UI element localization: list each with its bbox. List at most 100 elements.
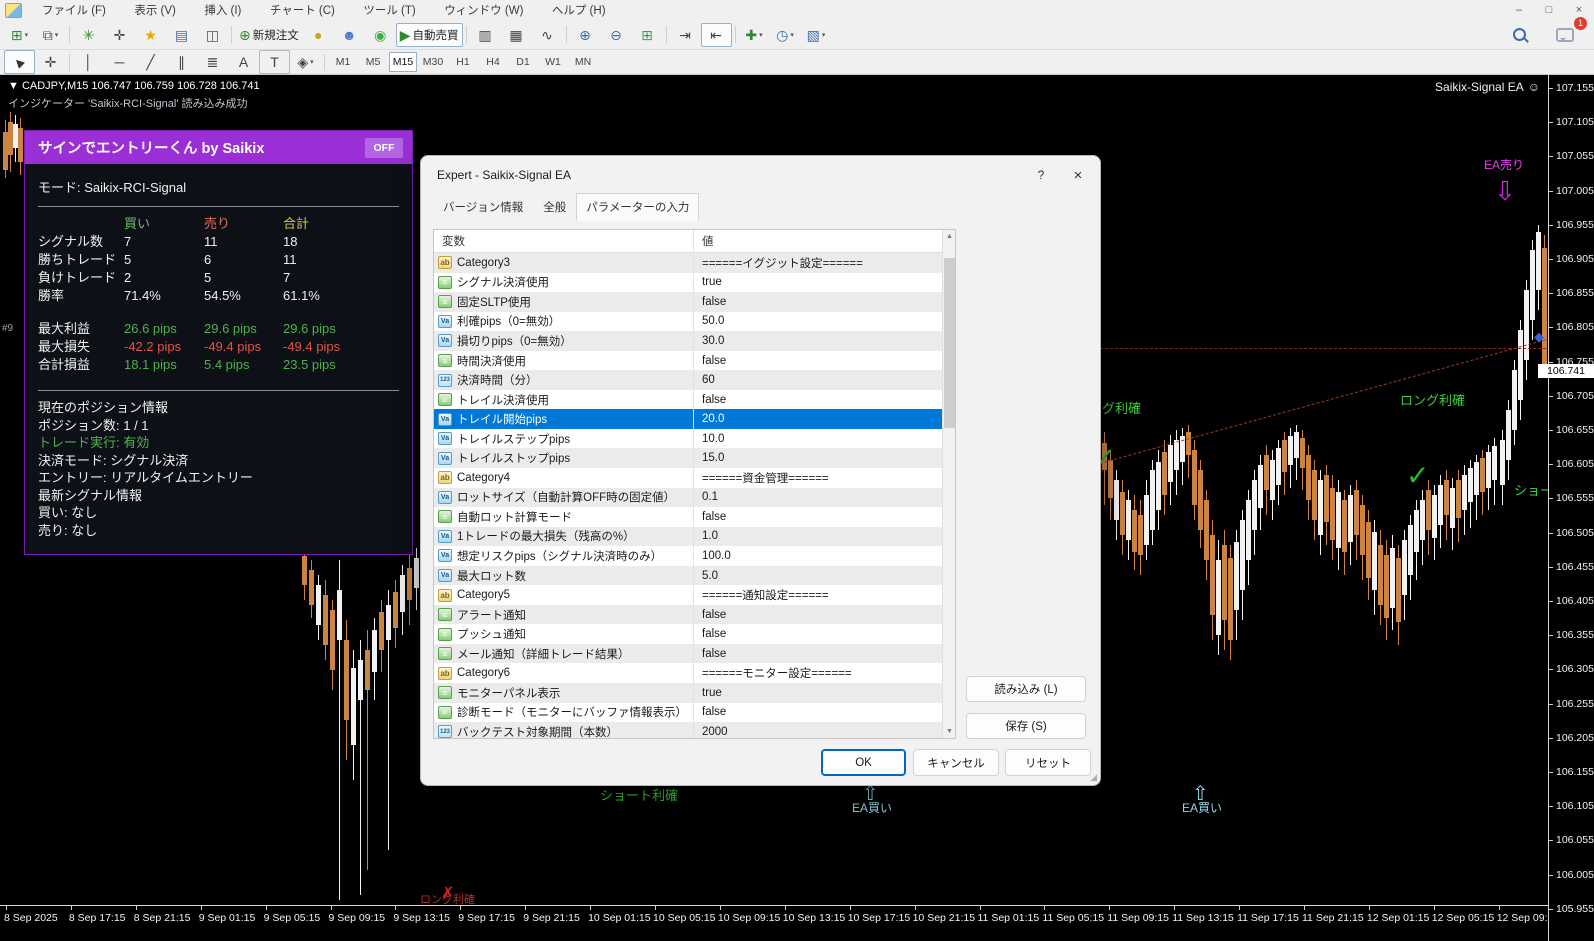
- parameter-row[interactable]: Va トレイルストップpips 15.0: [434, 448, 955, 468]
- cancel-button[interactable]: キャンセル: [913, 749, 999, 776]
- parameter-row[interactable]: Va 利確pips（0=無効） 50.0: [434, 312, 955, 332]
- separator[interactable]: [69, 54, 70, 71]
- parameter-value[interactable]: false: [694, 390, 955, 410]
- crosshair-tool-button[interactable]: ✛: [35, 50, 66, 74]
- new-order-button[interactable]: ⊕ 新規注文: [235, 23, 303, 47]
- menu-window[interactable]: ウィンドウ (W): [432, 3, 535, 19]
- menu-help[interactable]: ヘルプ (H): [540, 3, 618, 19]
- timeframe-m15[interactable]: M15: [389, 52, 417, 72]
- parameter-value[interactable]: false: [694, 351, 955, 371]
- scroll-down-icon[interactable]: ▼: [943, 725, 956, 738]
- parameter-row[interactable]: 123 バックテスト対象期間（本数） 2000: [434, 722, 955, 739]
- parameter-row[interactable]: ≈ モニターパネル表示 true: [434, 683, 955, 703]
- close-icon[interactable]: ×: [1056, 167, 1100, 184]
- data-window-button[interactable]: ✛: [104, 23, 135, 47]
- ea-smiley-icon[interactable]: ☺: [1528, 80, 1540, 94]
- dialog-titlebar[interactable]: Expert - Saikix-Signal EA ? ×: [421, 156, 1100, 194]
- timeframe-d1[interactable]: D1: [509, 52, 537, 72]
- parameter-value[interactable]: ======イグジット設定======: [694, 253, 955, 273]
- indicators-button[interactable]: ✚ ▾: [739, 23, 770, 47]
- parameter-row[interactable]: ≈ 診断モード（モニターにバッファ情報表示） false: [434, 703, 955, 723]
- market-depth-button[interactable]: ●: [303, 23, 334, 47]
- tab-version[interactable]: バージョン情報: [433, 195, 533, 221]
- menu-file[interactable]: ファイル (F): [30, 3, 118, 19]
- parameter-value[interactable]: false: [694, 703, 955, 723]
- time-axis[interactable]: 8 Sep 20258 Sep 17:158 Sep 21:159 Sep 01…: [0, 905, 1594, 941]
- parameter-value[interactable]: 1.0: [694, 527, 955, 547]
- parameter-row[interactable]: 123 決済時間（分） 60: [434, 370, 955, 390]
- tab-common[interactable]: 全般: [533, 195, 576, 221]
- parameter-row[interactable]: Va 想定リスクpips（シグナル決済時のみ） 100.0: [434, 546, 955, 566]
- channel-tool-button[interactable]: ∥: [166, 50, 197, 74]
- parameter-value[interactable]: 100.0: [694, 546, 955, 566]
- parameter-row[interactable]: ab Category5 ======通知設定======: [434, 585, 955, 605]
- separator[interactable]: [466, 26, 467, 43]
- separator[interactable]: [69, 26, 70, 43]
- parameter-row[interactable]: Va トレイル開始pips 20.0: [434, 409, 955, 429]
- parameter-row[interactable]: ≈ シグナル決済使用 true: [434, 273, 955, 293]
- market-watch-button[interactable]: ✳: [73, 23, 104, 47]
- parameter-row[interactable]: ≈ メール通知（詳細トレード結果） false: [434, 644, 955, 664]
- text-tool-button[interactable]: A: [228, 50, 259, 74]
- maximize-button[interactable]: □: [1534, 1, 1564, 20]
- scrollbar-thumb[interactable]: [944, 258, 955, 428]
- parameter-row[interactable]: ≈ アラート通知 false: [434, 605, 955, 625]
- parameter-row[interactable]: ab Category4 ======資金管理======: [434, 468, 955, 488]
- parameter-value[interactable]: 15.0: [694, 448, 955, 468]
- chart-shift-button[interactable]: ⇤: [701, 23, 732, 47]
- parameter-row[interactable]: Va 1トレードの最大損失（残高の%） 1.0: [434, 527, 955, 547]
- table-scrollbar[interactable]: ▲ ▼: [942, 230, 955, 738]
- search-button[interactable]: [1504, 23, 1535, 47]
- profiles-button[interactable]: ⧉ ▾: [35, 23, 66, 47]
- timeframe-h1[interactable]: H1: [449, 52, 477, 72]
- parameter-value[interactable]: 10.0: [694, 429, 955, 449]
- separator[interactable]: [231, 26, 232, 43]
- parameter-row[interactable]: Va 損切りpips（0=無効） 30.0: [434, 331, 955, 351]
- signals-button[interactable]: ◉: [365, 23, 396, 47]
- menu-insert[interactable]: 挿入 (I): [192, 3, 253, 19]
- parameter-value[interactable]: 0.1: [694, 488, 955, 508]
- parameter-value[interactable]: 60: [694, 370, 955, 390]
- shapes-tool-button[interactable]: ◈ ▾: [290, 50, 321, 74]
- parameter-value[interactable]: 2000: [694, 722, 955, 739]
- parameter-value[interactable]: ======モニター設定======: [694, 663, 955, 683]
- parameter-value[interactable]: false: [694, 624, 955, 644]
- parameter-value[interactable]: 20.0: [694, 409, 955, 429]
- timeframe-h4[interactable]: H4: [479, 52, 507, 72]
- parameter-row[interactable]: Va ロットサイズ（自動計算OFF時の固定値） 0.1: [434, 488, 955, 508]
- separator[interactable]: [735, 26, 736, 43]
- navigator-button[interactable]: ★: [135, 23, 166, 47]
- templates-button[interactable]: ▧ ▾: [801, 23, 832, 47]
- reset-button[interactable]: リセット: [1005, 749, 1091, 776]
- parameter-row[interactable]: ab Category6 ======モニター設定======: [434, 663, 955, 683]
- parameter-value[interactable]: ======通知設定======: [694, 585, 955, 605]
- parameter-value[interactable]: 50.0: [694, 312, 955, 332]
- parameter-row[interactable]: Va トレイルステップpips 10.0: [434, 429, 955, 449]
- strategy-tester-button[interactable]: ◫: [197, 23, 228, 47]
- tile-windows-button[interactable]: ⊞: [632, 23, 663, 47]
- resize-grip[interactable]: ◢: [1090, 772, 1097, 783]
- parameter-value[interactable]: 30.0: [694, 331, 955, 351]
- load-button[interactable]: 読み込み (L): [966, 676, 1086, 702]
- save-button[interactable]: 保存 (S): [966, 713, 1086, 739]
- fibonacci-tool-button[interactable]: ≣: [197, 50, 228, 74]
- trendline-tool-button[interactable]: ╱: [135, 50, 166, 74]
- ok-button[interactable]: OK: [821, 749, 906, 776]
- parameter-row[interactable]: ab Category3 ======イグジット設定======: [434, 253, 955, 273]
- label-tool-button[interactable]: T: [259, 50, 290, 74]
- separator[interactable]: [324, 54, 325, 71]
- experts-button[interactable]: ☻: [334, 23, 365, 47]
- line-chart-button[interactable]: ∿: [532, 23, 563, 47]
- terminal-button[interactable]: ▤: [166, 23, 197, 47]
- parameter-value[interactable]: false: [694, 507, 955, 527]
- periods-button[interactable]: ◷ ▾: [770, 23, 801, 47]
- parameter-row[interactable]: ≈ 自動ロット計算モード false: [434, 507, 955, 527]
- timeframe-m1[interactable]: M1: [329, 52, 357, 72]
- parameter-row[interactable]: ≈ トレイル決済使用 false: [434, 390, 955, 410]
- menu-tools[interactable]: ツール (T): [351, 3, 427, 19]
- notifications-button[interactable]: 1: [1549, 23, 1580, 47]
- parameter-value[interactable]: false: [694, 292, 955, 312]
- parameter-value[interactable]: false: [694, 644, 955, 664]
- vertical-line-tool-button[interactable]: │: [73, 50, 104, 74]
- tab-inputs[interactable]: パラメーターの入力: [576, 193, 699, 221]
